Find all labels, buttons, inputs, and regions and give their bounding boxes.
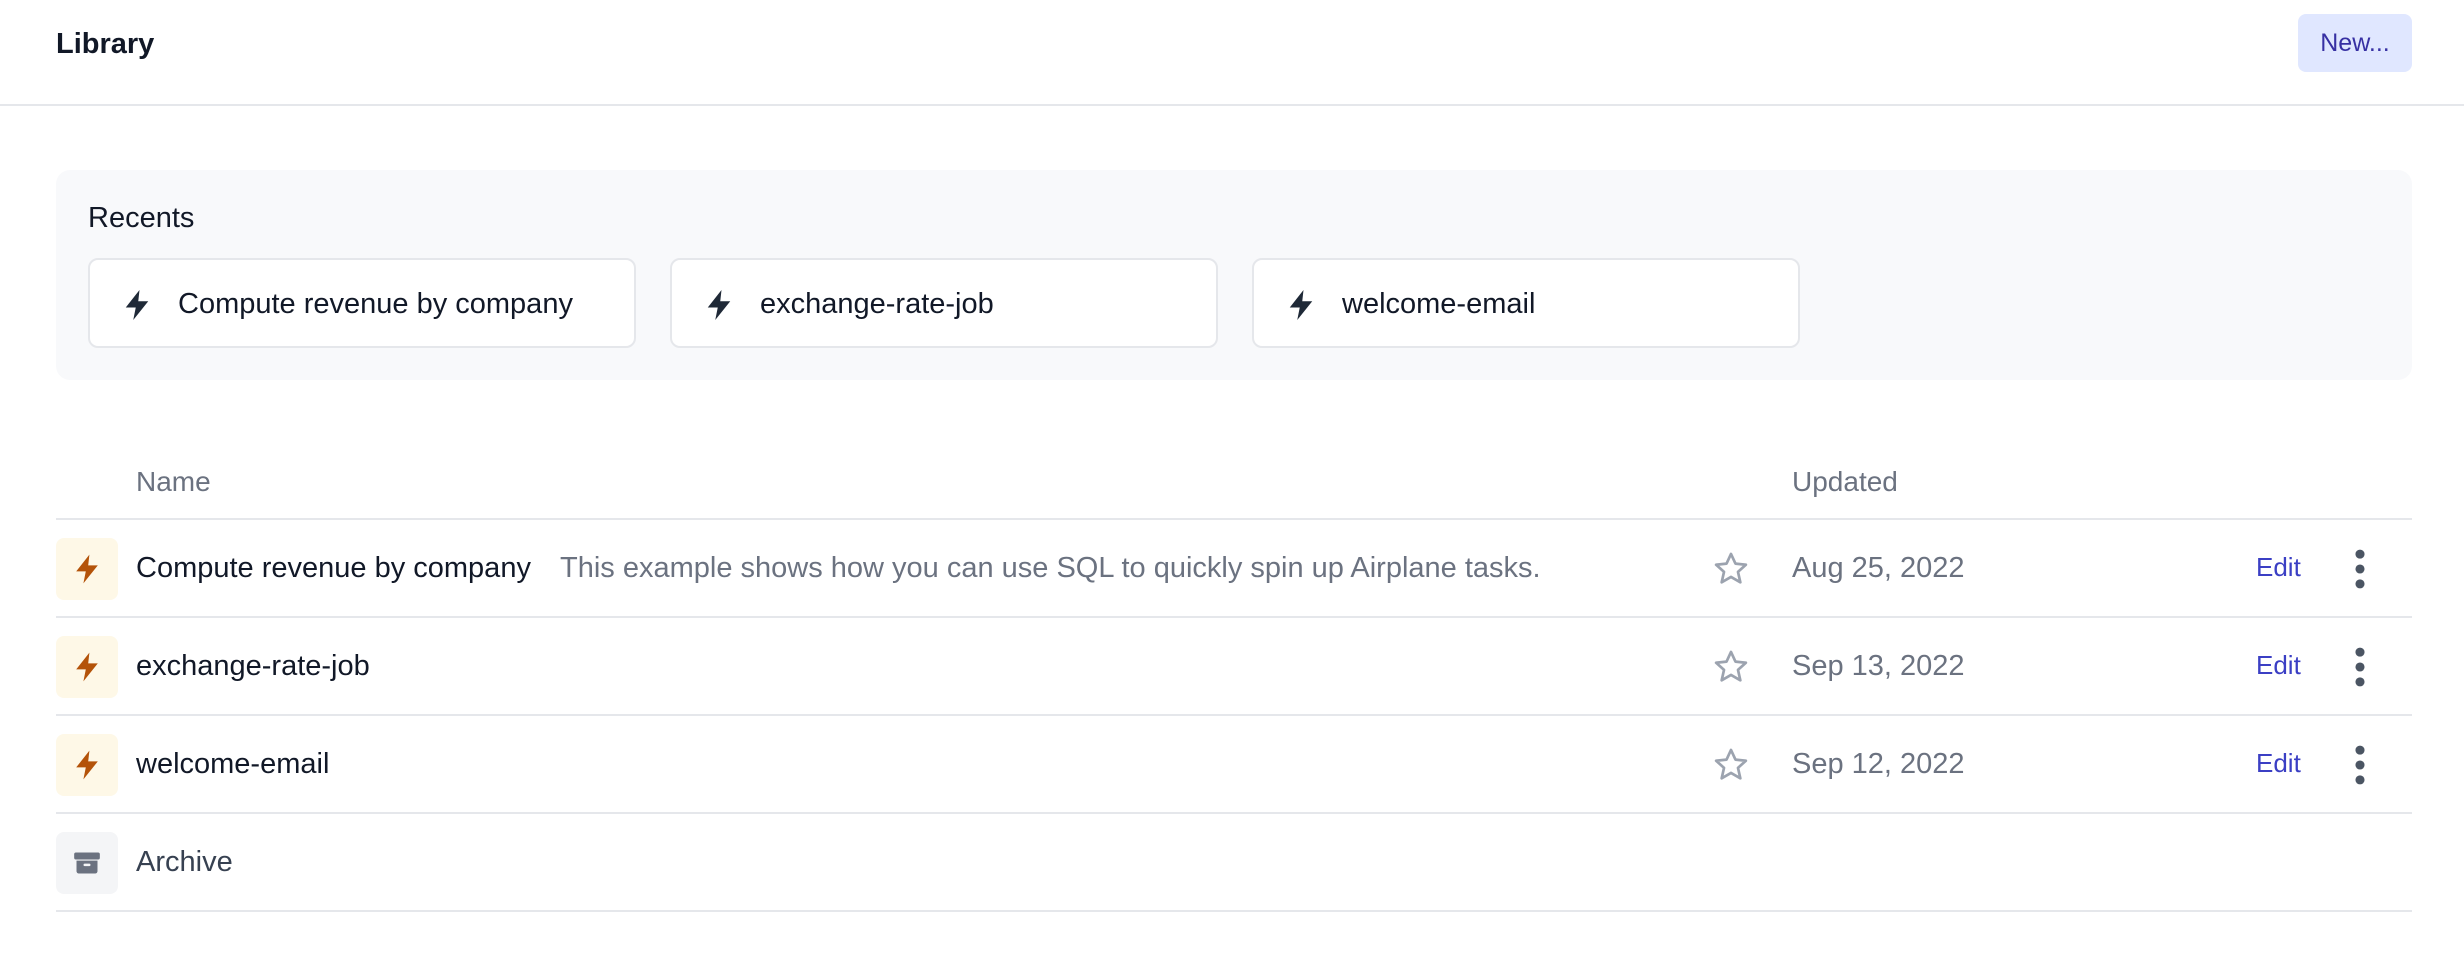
recents-panel: Recents Compute revenue by company excha… bbox=[56, 170, 2412, 380]
more-options-icon[interactable] bbox=[2350, 646, 2370, 688]
column-header-name[interactable]: Name bbox=[136, 466, 211, 498]
updated-date: Aug 25, 2022 bbox=[1792, 552, 1965, 584]
bolt-icon bbox=[125, 290, 149, 320]
updated-date: Sep 13, 2022 bbox=[1792, 650, 1965, 682]
star-icon[interactable] bbox=[1712, 746, 1750, 784]
archive-row[interactable]: Archive bbox=[56, 814, 2412, 912]
more-options-icon[interactable] bbox=[2350, 744, 2370, 786]
recent-card-label: exchange-rate-job bbox=[760, 288, 994, 320]
bolt-icon bbox=[707, 290, 731, 320]
task-name[interactable]: welcome-email bbox=[136, 748, 329, 781]
more-options-icon[interactable] bbox=[2350, 548, 2370, 590]
table-header: Name Updated bbox=[56, 446, 2412, 520]
task-icon-badge bbox=[56, 636, 118, 698]
updated-date: Sep 12, 2022 bbox=[1792, 748, 1965, 780]
bolt-icon bbox=[1289, 290, 1313, 320]
table-row[interactable]: exchange-rate-job Sep 13, 2022 Edit bbox=[56, 618, 2412, 716]
recent-card-compute-revenue[interactable]: Compute revenue by company bbox=[88, 258, 636, 348]
recents-title: Recents bbox=[88, 202, 195, 234]
archive-icon-badge bbox=[56, 832, 118, 894]
archive-label[interactable]: Archive bbox=[136, 846, 233, 879]
task-icon-badge bbox=[56, 538, 118, 600]
recent-card-label: welcome-email bbox=[1342, 288, 1536, 320]
recent-card-exchange-rate-job[interactable]: exchange-rate-job bbox=[670, 258, 1218, 348]
bolt-icon bbox=[76, 554, 98, 584]
page-title: Library bbox=[56, 28, 155, 60]
edit-button[interactable]: Edit bbox=[2256, 552, 2301, 583]
table-row[interactable]: welcome-email Sep 12, 2022 Edit bbox=[56, 716, 2412, 814]
task-icon-badge bbox=[56, 734, 118, 796]
new-button[interactable]: New... bbox=[2298, 14, 2412, 72]
star-icon[interactable] bbox=[1712, 550, 1750, 588]
star-icon[interactable] bbox=[1712, 648, 1750, 686]
edit-button[interactable]: Edit bbox=[2256, 650, 2301, 681]
bolt-icon bbox=[76, 750, 98, 780]
task-name[interactable]: Compute revenue by company bbox=[136, 552, 531, 585]
edit-button[interactable]: Edit bbox=[2256, 748, 2301, 779]
recent-card-label: Compute revenue by company bbox=[178, 288, 573, 320]
task-description: This example shows how you can use SQL t… bbox=[560, 552, 1541, 584]
bolt-icon bbox=[76, 652, 98, 682]
task-name[interactable]: exchange-rate-job bbox=[136, 650, 370, 683]
page-header: Library New... bbox=[0, 0, 2464, 106]
column-header-updated[interactable]: Updated bbox=[1792, 466, 1898, 498]
recent-card-welcome-email[interactable]: welcome-email bbox=[1252, 258, 1800, 348]
table-row[interactable]: Compute revenue by company This example … bbox=[56, 520, 2412, 618]
archive-icon bbox=[74, 852, 100, 874]
